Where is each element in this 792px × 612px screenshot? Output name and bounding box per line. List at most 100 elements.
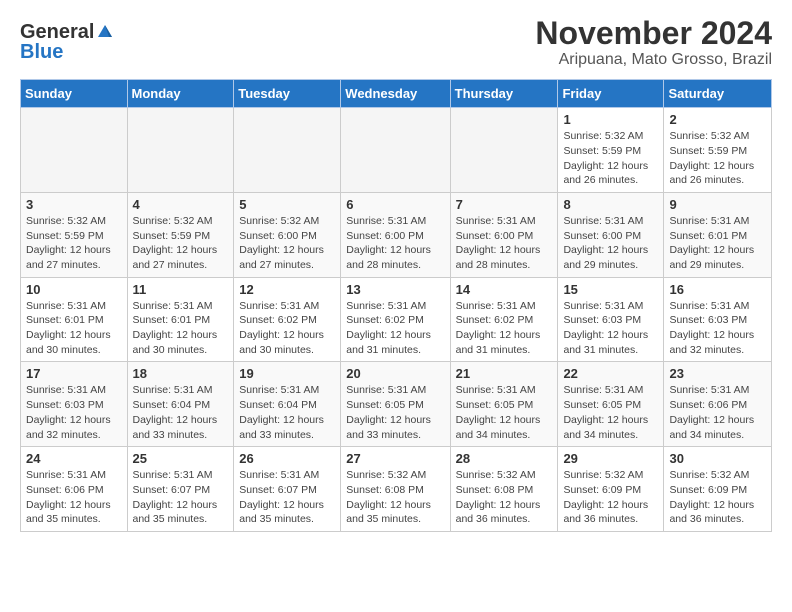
day-info: Sunrise: 5:31 AM Sunset: 6:04 PM Dayligh… — [133, 383, 229, 442]
day-number: 16 — [669, 282, 766, 297]
table-row: 29 Sunrise: 5:32 AM Sunset: 6:09 PM Dayli… — [558, 447, 664, 532]
logo: General Blue — [20, 22, 114, 62]
table-row: 9 Sunrise: 5:31 AM Sunset: 6:01 PM Daylig… — [664, 192, 772, 277]
calendar-week-row: 1 Sunrise: 5:32 AM Sunset: 5:59 PM Daylig… — [21, 108, 772, 193]
table-row: 1Sunrise: 5:32 AM Sunset: 5:59 PM Daylig… — [558, 108, 664, 193]
day-info: Sunrise: 5:31 AM Sunset: 6:00 PM Dayligh… — [346, 214, 444, 273]
day-number: 26 — [239, 451, 335, 466]
day-info: Sunrise: 5:32 AM Sunset: 6:09 PM Dayligh… — [563, 468, 658, 527]
table-row: 14 Sunrise: 5:31 AM Sunset: 6:02 PM Dayli… — [450, 277, 558, 362]
day-info: Sunrise: 5:31 AM Sunset: 6:01 PM Dayligh… — [26, 299, 122, 358]
col-friday: Friday — [558, 80, 664, 108]
day-number: 9 — [669, 197, 766, 212]
day-info: Sunrise: 5:32 AM Sunset: 6:09 PM Dayligh… — [669, 468, 766, 527]
table-row: 13 Sunrise: 5:31 AM Sunset: 6:02 PM Dayli… — [341, 277, 450, 362]
day-info: Sunrise: 5:31 AM Sunset: 6:06 PM Dayligh… — [26, 468, 122, 527]
table-row: 8Sunrise: 5:31 AM Sunset: 6:00 PM Daylig… — [558, 192, 664, 277]
table-row: 11Sunrise: 5:31 AM Sunset: 6:01 PM Dayli… — [127, 277, 234, 362]
day-info: Sunrise: 5:31 AM Sunset: 6:06 PM Dayligh… — [669, 383, 766, 442]
day-info: Sunrise: 5:31 AM Sunset: 6:01 PM Dayligh… — [669, 214, 766, 273]
day-number: 25 — [133, 451, 229, 466]
day-info: Sunrise: 5:32 AM Sunset: 5:59 PM Dayligh… — [26, 214, 122, 273]
logo-blue: Blue — [20, 42, 63, 62]
day-number: 1 — [563, 112, 658, 127]
day-number: 13 — [346, 282, 444, 297]
day-info: Sunrise: 5:31 AM Sunset: 6:04 PM Dayligh… — [239, 383, 335, 442]
calendar-header-row: Sunday Monday Tuesday Wednesday Thursday… — [21, 80, 772, 108]
table-row: 21 Sunrise: 5:31 AM Sunset: 6:05 PM Dayli… — [450, 362, 558, 447]
day-info: Sunrise: 5:31 AM Sunset: 6:02 PM Dayligh… — [456, 299, 553, 358]
day-info: Sunrise: 5:31 AM Sunset: 6:07 PM Dayligh… — [133, 468, 229, 527]
col-tuesday: Tuesday — [234, 80, 341, 108]
day-number: 2 — [669, 112, 766, 127]
day-info: Sunrise: 5:32 AM Sunset: 5:59 PM Dayligh… — [133, 214, 229, 273]
table-row — [21, 108, 128, 193]
table-row — [127, 108, 234, 193]
table-row: 5Sunrise: 5:32 AM Sunset: 6:00 PM Daylig… — [234, 192, 341, 277]
day-number: 5 — [239, 197, 335, 212]
page-title: November 2024 — [535, 16, 772, 51]
table-row: 10 Sunrise: 5:31 AM Sunset: 6:01 PM Dayli… — [21, 277, 128, 362]
day-info: Sunrise: 5:31 AM Sunset: 6:05 PM Dayligh… — [563, 383, 658, 442]
table-row: 27 Sunrise: 5:32 AM Sunset: 6:08 PM Dayli… — [341, 447, 450, 532]
table-row: 20 Sunrise: 5:31 AM Sunset: 6:05 PM Dayli… — [341, 362, 450, 447]
table-row: 23Sunrise: 5:31 AM Sunset: 6:06 PM Dayli… — [664, 362, 772, 447]
table-row: 17 Sunrise: 5:31 AM Sunset: 6:03 PM Dayli… — [21, 362, 128, 447]
table-row: 2 Sunrise: 5:32 AM Sunset: 5:59 PM Daylig… — [664, 108, 772, 193]
day-number: 28 — [456, 451, 553, 466]
day-info: Sunrise: 5:32 AM Sunset: 5:59 PM Dayligh… — [669, 129, 766, 188]
calendar-table: Sunday Monday Tuesday Wednesday Thursday… — [20, 79, 772, 532]
page-subtitle: Aripuana, Mato Grosso, Brazil — [535, 51, 772, 69]
day-info: Sunrise: 5:31 AM Sunset: 6:02 PM Dayligh… — [346, 299, 444, 358]
table-row: 12Sunrise: 5:31 AM Sunset: 6:02 PM Dayli… — [234, 277, 341, 362]
table-row — [234, 108, 341, 193]
day-number: 29 — [563, 451, 658, 466]
day-info: Sunrise: 5:31 AM Sunset: 6:00 PM Dayligh… — [563, 214, 658, 273]
table-row: 26Sunrise: 5:31 AM Sunset: 6:07 PM Dayli… — [234, 447, 341, 532]
table-row: 25 Sunrise: 5:31 AM Sunset: 6:07 PM Dayli… — [127, 447, 234, 532]
header: General Blue November 2024 Aripuana, Mat… — [20, 16, 772, 69]
table-row: 4Sunrise: 5:32 AM Sunset: 5:59 PM Daylig… — [127, 192, 234, 277]
day-info: Sunrise: 5:32 AM Sunset: 6:08 PM Dayligh… — [456, 468, 553, 527]
day-number: 19 — [239, 366, 335, 381]
day-number: 15 — [563, 282, 658, 297]
calendar-week-row: 17 Sunrise: 5:31 AM Sunset: 6:03 PM Dayli… — [21, 362, 772, 447]
day-number: 20 — [346, 366, 444, 381]
day-number: 21 — [456, 366, 553, 381]
col-sunday: Sunday — [21, 80, 128, 108]
day-number: 17 — [26, 366, 122, 381]
col-wednesday: Wednesday — [341, 80, 450, 108]
title-block: November 2024 Aripuana, Mato Grosso, Bra… — [535, 16, 772, 69]
table-row: 15 Sunrise: 5:31 AM Sunset: 6:03 PM Dayli… — [558, 277, 664, 362]
day-info: Sunrise: 5:31 AM Sunset: 6:05 PM Dayligh… — [346, 383, 444, 442]
calendar-week-row: 24Sunrise: 5:31 AM Sunset: 6:06 PM Dayli… — [21, 447, 772, 532]
table-row: 22Sunrise: 5:31 AM Sunset: 6:05 PM Dayli… — [558, 362, 664, 447]
day-info: Sunrise: 5:31 AM Sunset: 6:01 PM Dayligh… — [133, 299, 229, 358]
day-number: 14 — [456, 282, 553, 297]
day-number: 6 — [346, 197, 444, 212]
calendar-week-row: 10 Sunrise: 5:31 AM Sunset: 6:01 PM Dayli… — [21, 277, 772, 362]
table-row — [450, 108, 558, 193]
day-number: 12 — [239, 282, 335, 297]
table-row: 30 Sunrise: 5:32 AM Sunset: 6:09 PM Dayli… — [664, 447, 772, 532]
day-number: 27 — [346, 451, 444, 466]
day-info: Sunrise: 5:31 AM Sunset: 6:03 PM Dayligh… — [563, 299, 658, 358]
table-row: 28 Sunrise: 5:32 AM Sunset: 6:08 PM Dayli… — [450, 447, 558, 532]
table-row: 3 Sunrise: 5:32 AM Sunset: 5:59 PM Daylig… — [21, 192, 128, 277]
page-container: General Blue November 2024 Aripuana, Mat… — [0, 0, 792, 542]
day-number: 30 — [669, 451, 766, 466]
day-number: 7 — [456, 197, 553, 212]
day-info: Sunrise: 5:32 AM Sunset: 6:08 PM Dayligh… — [346, 468, 444, 527]
calendar-week-row: 3 Sunrise: 5:32 AM Sunset: 5:59 PM Daylig… — [21, 192, 772, 277]
table-row: 19 Sunrise: 5:31 AM Sunset: 6:04 PM Dayli… — [234, 362, 341, 447]
col-saturday: Saturday — [664, 80, 772, 108]
day-info: Sunrise: 5:31 AM Sunset: 6:05 PM Dayligh… — [456, 383, 553, 442]
day-number: 3 — [26, 197, 122, 212]
table-row: 6 Sunrise: 5:31 AM Sunset: 6:00 PM Daylig… — [341, 192, 450, 277]
day-info: Sunrise: 5:31 AM Sunset: 6:03 PM Dayligh… — [26, 383, 122, 442]
day-number: 10 — [26, 282, 122, 297]
table-row: 24Sunrise: 5:31 AM Sunset: 6:06 PM Dayli… — [21, 447, 128, 532]
day-number: 18 — [133, 366, 229, 381]
logo-general: General — [20, 22, 94, 42]
col-monday: Monday — [127, 80, 234, 108]
